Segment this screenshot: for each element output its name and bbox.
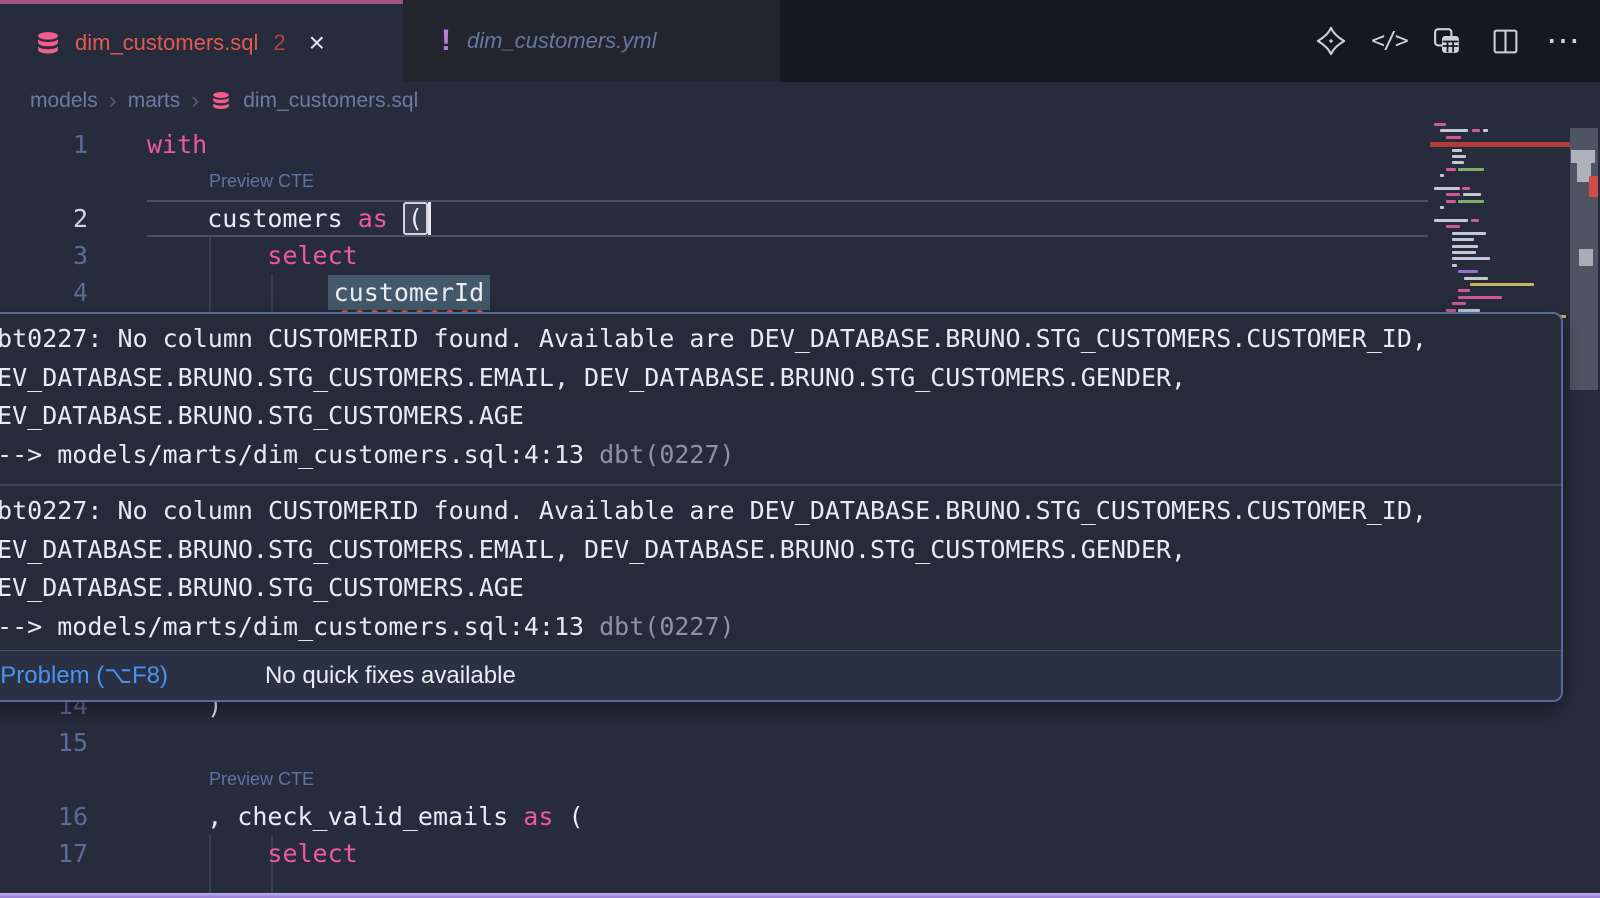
code-line-17[interactable]: 17 select xyxy=(0,835,1600,872)
codelens-preview-cte[interactable]: Preview CTE xyxy=(0,761,1600,798)
code-icon[interactable]: </> xyxy=(1374,26,1404,56)
tab-dim-customers-yml[interactable]: ! dim_customers.yml xyxy=(403,0,780,82)
codelens-label[interactable]: Preview CTE xyxy=(209,761,314,798)
error-message-line: dbt0227: No column CUSTOMERID found. Ava… xyxy=(0,320,1561,359)
breadcrumb-item-marts[interactable]: marts xyxy=(128,89,181,113)
tab-dim-customers-sql[interactable]: dim_customers.sql 2 × xyxy=(0,0,403,82)
codelens-preview-cte[interactable]: Preview CTE xyxy=(0,163,1600,200)
error-token: customerId xyxy=(328,275,491,310)
hover-status-bar: View Problem (⌥F8) No quick fixes availa… xyxy=(0,650,1561,700)
error-location-line: --> models/marts/dim_customers.sql:4:13 … xyxy=(0,608,1561,647)
close-icon[interactable]: × xyxy=(309,29,325,57)
tab-label: dim_customers.sql xyxy=(75,30,258,56)
dbt-icon[interactable] xyxy=(1316,26,1346,56)
quick-fix-status: No quick fixes available xyxy=(265,662,516,690)
error-source: dbt(0227) xyxy=(584,612,735,641)
error-location: --> models/marts/dim_customers.sql:4:13 xyxy=(0,440,584,469)
error-location-line: --> models/marts/dim_customers.sql:4:13 … xyxy=(0,436,1561,475)
code-line-1[interactable]: 1 with xyxy=(0,126,1600,163)
error-message: dbt0227: No column CUSTOMERID found. Ava… xyxy=(0,314,1561,484)
breadcrumb-item-models[interactable]: models xyxy=(30,89,98,113)
error-source: dbt(0227) xyxy=(584,440,735,469)
code-text: select xyxy=(147,835,358,872)
database-icon xyxy=(210,91,232,111)
error-message-line: DEV_DATABASE.BRUNO.STG_CUSTOMERS.EMAIL, … xyxy=(0,531,1561,570)
error-hover-popup: dbt0227: No column CUSTOMERID found. Ava… xyxy=(0,312,1563,702)
line-number: 2 xyxy=(0,200,88,237)
window-bottom-border xyxy=(0,893,1600,898)
line-number: 17 xyxy=(0,835,88,872)
error-message-line: dbt0227: No column CUSTOMERID found. Ava… xyxy=(0,492,1561,531)
code-text: select xyxy=(147,237,358,274)
code-line-3[interactable]: 3 select xyxy=(0,237,1600,274)
breadcrumb-item-file[interactable]: dim_customers.sql xyxy=(243,89,418,113)
split-editor-icon[interactable] xyxy=(1490,26,1520,56)
vscode-window: dim_customers.sql 2 × ! dim_customers.ym… xyxy=(0,0,1600,898)
warning-icon: ! xyxy=(441,26,451,56)
chevron-right-icon: › xyxy=(191,87,199,115)
copy-table-icon[interactable] xyxy=(1432,26,1462,56)
editor-actions: </> ⋯ xyxy=(1316,0,1578,82)
line-number: 15 xyxy=(0,724,88,761)
breadcrumb: models › marts › dim_customers.sql xyxy=(30,82,418,120)
view-problem-link[interactable]: View Problem (⌥F8) xyxy=(0,661,168,690)
error-message-line: DEV_DATABASE.BRUNO.STG_CUSTOMERS.AGE xyxy=(0,397,1561,436)
error-location: --> models/marts/dim_customers.sql:4:13 xyxy=(0,612,584,641)
tab-bar: dim_customers.sql 2 × ! dim_customers.ym… xyxy=(0,0,1600,82)
line-number: 4 xyxy=(0,274,88,311)
code-line-4[interactable]: 4 customerId xyxy=(0,274,1600,311)
error-message: dbt0227: No column CUSTOMERID found. Ava… xyxy=(0,486,1561,656)
code-text: , check_valid_emails as ( xyxy=(147,798,584,835)
code-line-16[interactable]: 16 , check_valid_emails as ( xyxy=(0,798,1600,835)
code-editor[interactable]: dbt0227: No column CUSTOMERID found. Ava… xyxy=(0,120,1600,893)
tab-dirty-count-badge: 2 xyxy=(273,30,285,56)
line-number: 16 xyxy=(0,798,88,835)
line-number: 1 xyxy=(0,126,88,163)
code-text: with xyxy=(147,126,207,163)
error-message-line: DEV_DATABASE.BRUNO.STG_CUSTOMERS.EMAIL, … xyxy=(0,359,1561,398)
code-line-2[interactable]: 2 customers as ( xyxy=(0,200,1600,237)
error-message-line: DEV_DATABASE.BRUNO.STG_CUSTOMERS.AGE xyxy=(0,569,1561,608)
database-icon xyxy=(34,31,62,56)
code-text: customers as ( xyxy=(147,200,428,237)
codelens-label[interactable]: Preview CTE xyxy=(209,163,314,200)
line-number: 3 xyxy=(0,237,88,274)
code-line-15[interactable]: 15 xyxy=(0,724,1600,761)
code-text: customerId xyxy=(147,274,490,311)
more-icon[interactable]: ⋯ xyxy=(1548,26,1578,56)
tab-label: dim_customers.yml xyxy=(467,28,656,54)
text-cursor: ( xyxy=(403,202,428,235)
chevron-right-icon: › xyxy=(109,87,117,115)
